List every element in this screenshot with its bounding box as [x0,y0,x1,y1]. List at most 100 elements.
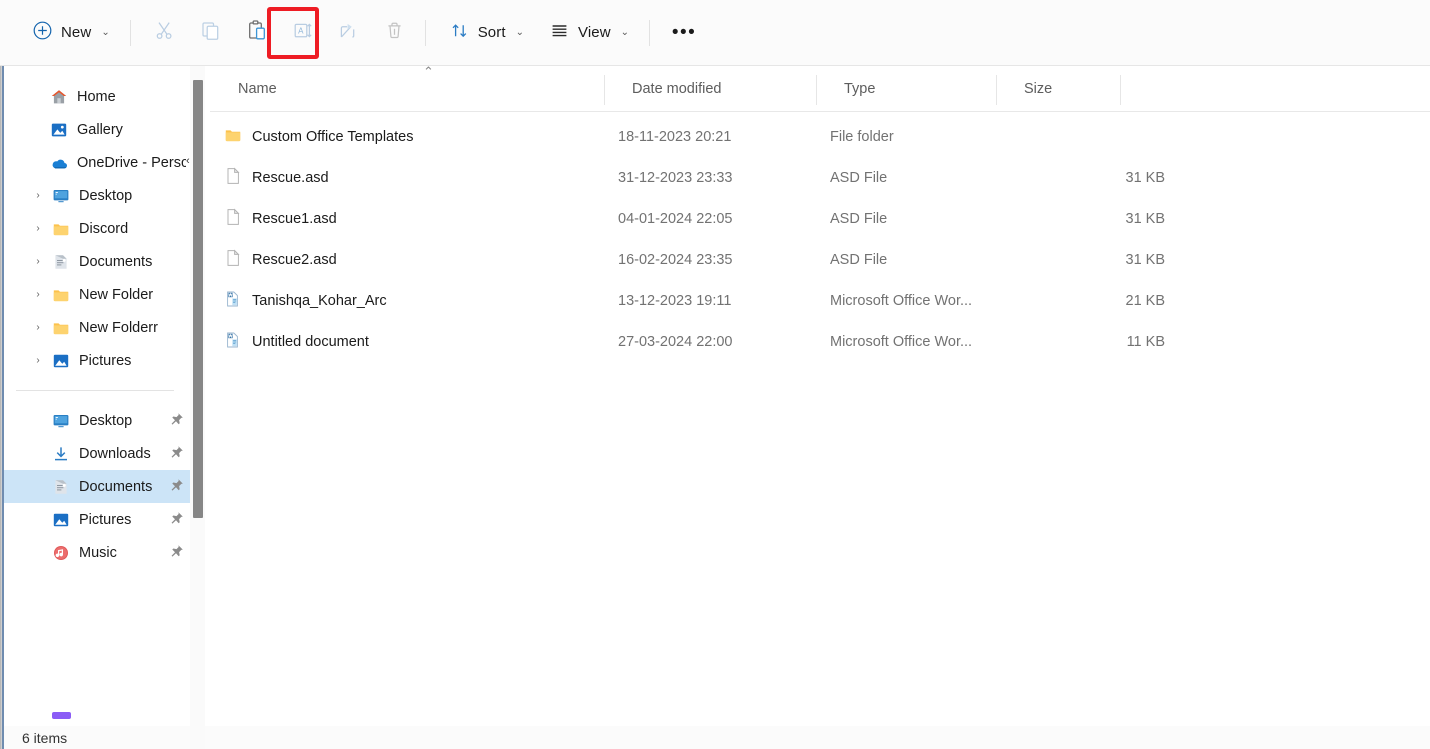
file-name-cell[interactable]: Rescue1.asd [224,198,337,239]
column-divider[interactable] [1120,75,1121,105]
pin-icon[interactable] [170,478,184,496]
quick-access-item-pictures[interactable]: Pictures [0,503,192,536]
quick-access-list: Desktop Downloads Documents Pictures Mus… [0,404,192,569]
delete-button[interactable] [374,14,416,52]
sidebar-item-onedrive-persc[interactable]: ⌄ OneDrive - Persc [0,146,192,179]
see-more-icon: ••• [671,21,697,43]
chevron-right-icon[interactable]: › [26,355,50,366]
copy-icon [200,20,221,46]
desktop-icon [50,187,72,205]
table-row[interactable]: Custom Office Templates 18-11-2023 20:21… [210,116,1430,157]
size-cell: 11 KB [1126,333,1165,350]
chevron-right-icon[interactable]: › [26,190,50,201]
toolbar-divider [129,19,131,46]
share-button[interactable] [328,14,370,52]
sidebar-item-discord[interactable]: › Discord [0,212,192,245]
chevron-right-icon[interactable]: › [26,223,50,234]
new-button[interactable]: New ⌄ [22,14,121,52]
quick-access-item-label: Music [79,544,117,561]
rename-button[interactable]: A [282,14,324,52]
table-row[interactable]: Tanishqa_Kohar_Arc 13-12-2023 19:11 Micr… [210,280,1430,321]
sidebar-item-documents[interactable]: › Documents [0,245,192,278]
column-header-date-modified[interactable]: Date modified [618,66,830,111]
scissors-icon [154,20,175,46]
onedrive-icon [48,154,70,172]
pin-icon[interactable] [170,511,184,529]
column-header-type[interactable]: Type [830,66,1010,111]
word-document-icon [224,290,242,312]
sidebar-item-label: Pictures [79,352,132,369]
plus-circle-icon [33,21,52,44]
column-divider[interactable] [604,75,605,105]
copy-button[interactable] [190,14,232,52]
toolbar-divider [649,19,651,46]
column-divider[interactable] [996,75,997,105]
date-modified-cell: 18-11-2023 20:21 [618,128,732,145]
cut-button[interactable] [144,14,186,52]
chevron-right-icon[interactable]: › [26,289,50,300]
clipboard-paste-icon [246,19,268,46]
sidebar-item-new-folder[interactable]: › New Folder [0,278,192,311]
pin-icon[interactable] [170,412,184,430]
column-header-label: Date modified [632,80,722,97]
sidebar-item-pictures[interactable]: › Pictures [0,344,192,377]
size-cell: 31 KB [1125,210,1166,227]
sidebar-item-label: Documents [79,253,153,270]
sidebar-item-label: New Folderr [79,319,158,336]
chevron-right-icon[interactable]: › [26,256,50,267]
column-header-size[interactable]: Size [1010,66,1120,111]
quick-access-item-label: Pictures [79,511,132,528]
item-count-label: 6 items [22,729,68,746]
sort-button-label: Sort [477,24,506,41]
chevron-down-icon: ⌄ [620,27,630,38]
chevron-down-icon: ⌄ [101,27,110,38]
type-cell: Microsoft Office Wor... [830,333,973,350]
folder-icon [50,319,72,337]
home-icon [48,88,70,106]
column-header-name[interactable]: Name [224,66,618,111]
paste-button[interactable] [236,14,278,52]
file-name-label: Rescue.asd [252,169,329,186]
navigation-pane[interactable]: Home Gallery⌄ OneDrive - Persc› Desktop›… [0,66,193,726]
see-more-button[interactable]: ••• [663,14,705,52]
folder-icon [50,286,72,304]
date-modified-cell: 31-12-2023 23:33 [618,169,733,186]
table-row[interactable]: Untitled document 27-03-2024 22:00 Micro… [210,321,1430,362]
table-row[interactable]: Rescue.asd 31-12-2023 23:33 ASD File 31 … [210,157,1430,198]
sidebar-scrollbar-thumb[interactable] [193,80,203,518]
column-divider[interactable] [816,75,817,105]
sidebar-item-gallery[interactable]: Gallery [0,113,192,146]
sort-button[interactable]: Sort ⌄ [439,14,535,52]
quick-access-item-desktop[interactable]: Desktop [0,404,192,437]
collapse-pane-chevron-icon[interactable]: ‹ [186,155,190,167]
table-row[interactable]: Rescue1.asd 04-01-2024 22:05 ASD File 31… [210,198,1430,239]
file-name-cell[interactable]: Custom Office Templates [224,116,413,157]
pin-icon[interactable] [170,445,184,463]
file-name-cell[interactable]: Tanishqa_Kohar_Arc [224,280,387,321]
file-explorer-window: New ⌄ A Sort ⌄ View ⌄ ••• Home Gallery O… [0,0,1430,749]
documents-icon [50,253,72,271]
sidebar-item-desktop[interactable]: › Desktop [0,179,192,212]
column-header-row: Name Date modified Type Size [210,66,1430,112]
file-name-cell[interactable]: Rescue2.asd [224,239,337,280]
view-button[interactable]: View ⌄ [539,14,640,52]
pin-icon[interactable] [170,544,184,562]
hamburger-lines-icon [550,21,569,44]
chevron-right-icon[interactable]: › [26,322,50,333]
date-modified-cell: 16-02-2024 23:35 [618,251,733,268]
sidebar-item-home[interactable]: Home [0,80,192,113]
table-row[interactable]: Rescue2.asd 16-02-2024 23:35 ASD File 31… [210,239,1430,280]
quick-access-item-label: Documents [79,478,153,495]
quick-access-item-downloads[interactable]: Downloads [0,437,192,470]
file-name-cell[interactable]: Untitled document [224,321,369,362]
name-column-sort-ascending-icon: ⌃ [423,64,434,79]
file-name-cell[interactable]: Rescue.asd [224,157,329,198]
sidebar-item-new-folderr[interactable]: › New Folderr [0,311,192,344]
column-header-label: Size [1024,80,1053,97]
file-name-label: Rescue1.asd [252,210,337,227]
quick-access-item-documents[interactable]: Documents [0,470,192,503]
chevron-down-icon: ⌄ [515,27,525,38]
quick-access-item-music[interactable]: Music [0,536,192,569]
sidebar-item-label: OneDrive - Persc [77,154,186,171]
file-list-view[interactable]: Name Date modified Type Size Custom Office … [210,66,1430,749]
